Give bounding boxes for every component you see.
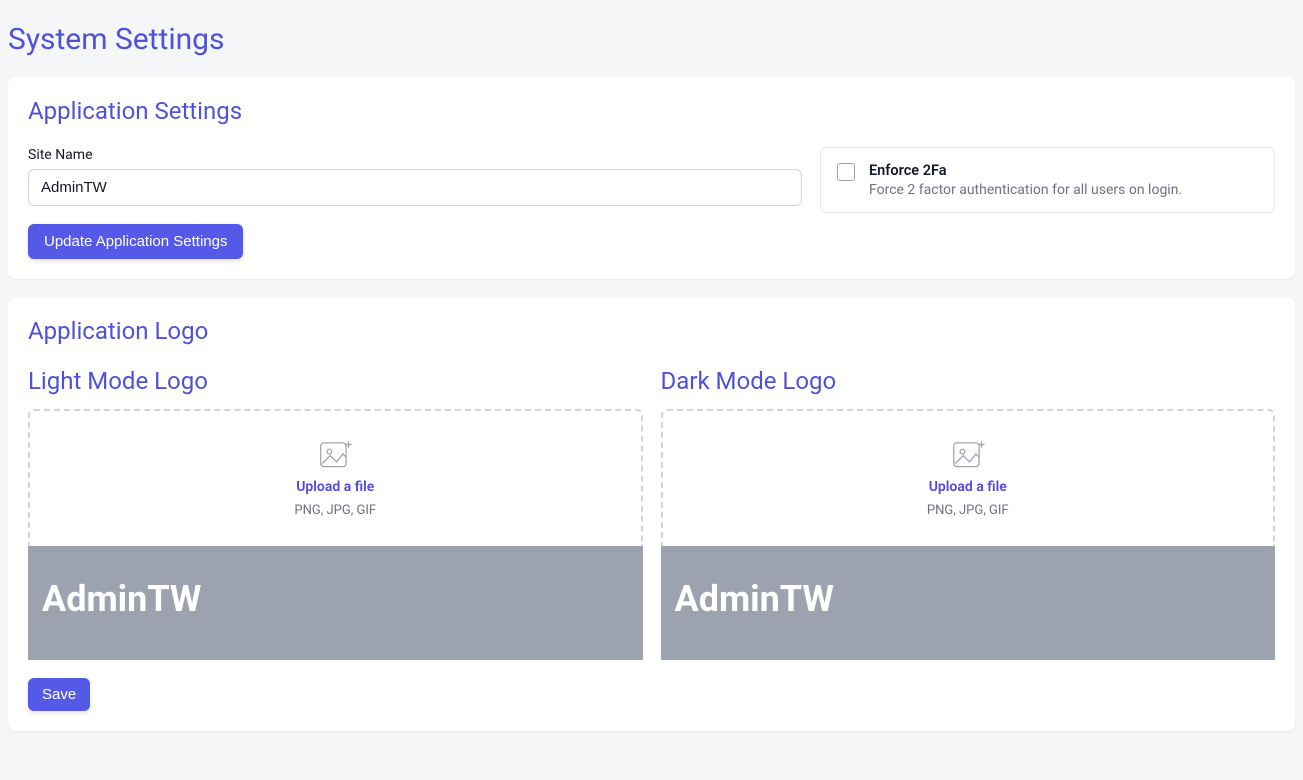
site-name-input[interactable] bbox=[28, 169, 802, 206]
application-logo-heading: Application Logo bbox=[28, 317, 1275, 345]
site-name-label: Site Name bbox=[28, 147, 802, 163]
dark-upload-formats: PNG, JPG, GIF bbox=[673, 503, 1264, 518]
application-settings-heading: Application Settings bbox=[28, 97, 1275, 125]
light-upload-formats: PNG, JPG, GIF bbox=[40, 503, 631, 518]
dark-mode-logo-heading: Dark Mode Logo bbox=[661, 367, 1276, 395]
light-mode-logo-column: Light Mode Logo Upload a file PNG, JPG, … bbox=[28, 367, 643, 711]
settings-page: System Settings Application Settings Sit… bbox=[0, 0, 1303, 769]
light-logo-preview: AdminTW bbox=[28, 546, 643, 660]
enforce-2fa-title: Enforce 2Fa bbox=[869, 162, 1182, 179]
dark-mode-logo-column: Dark Mode Logo Upload a file PNG, JPG, G… bbox=[661, 367, 1276, 711]
image-upload-icon bbox=[949, 435, 987, 473]
light-mode-logo-heading: Light Mode Logo bbox=[28, 367, 643, 395]
light-logo-dropzone[interactable]: Upload a file PNG, JPG, GIF bbox=[28, 409, 643, 546]
enforce-2fa-checkbox[interactable] bbox=[837, 163, 855, 181]
light-upload-label: Upload a file bbox=[40, 479, 631, 495]
site-name-column: Site Name Update Application Settings bbox=[28, 147, 802, 259]
enforce-2fa-box: Enforce 2Fa Force 2 factor authenticatio… bbox=[820, 147, 1275, 213]
dark-upload-label: Upload a file bbox=[673, 479, 1264, 495]
dark-logo-dropzone[interactable]: Upload a file PNG, JPG, GIF bbox=[661, 409, 1276, 546]
update-application-settings-button[interactable]: Update Application Settings bbox=[28, 224, 243, 259]
enforce-2fa-description: Force 2 factor authentication for all us… bbox=[869, 182, 1182, 198]
application-logo-card: Application Logo Light Mode Logo bbox=[8, 297, 1295, 731]
dark-logo-preview: AdminTW bbox=[661, 546, 1276, 660]
image-upload-icon bbox=[316, 435, 354, 473]
page-title: System Settings bbox=[8, 22, 1295, 57]
save-button[interactable]: Save bbox=[28, 678, 90, 711]
application-settings-card: Application Settings Site Name Update Ap… bbox=[8, 77, 1295, 279]
